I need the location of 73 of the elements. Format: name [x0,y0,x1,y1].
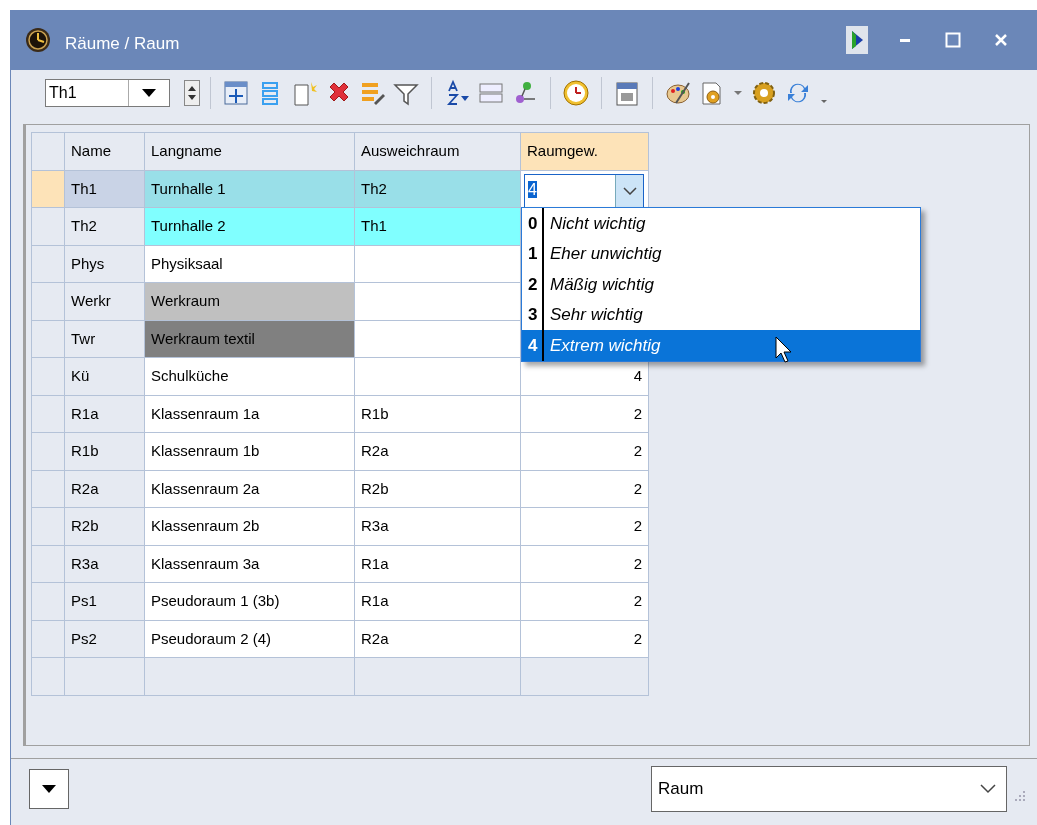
close-icon [994,33,1008,47]
table-cell: Twr [64,320,145,358]
dropdown-option[interactable]: 2 Mäßig wichtig [522,269,920,300]
table-cell: Th1 [64,170,145,208]
overflow-caret-icon [821,100,827,103]
table-cell: Physiksaal [144,245,355,283]
table-cell: Phys [64,245,145,283]
chevron-down-icon[interactable] [980,783,996,794]
table-cell: Ps2 [64,620,145,658]
table-cell: Pseudoraum 1 (3b) [144,582,355,620]
table-cell: Werkraum [144,282,355,320]
dropdown-option[interactable]: 1 Eher unwichtig [522,238,920,269]
clock-button[interactable] [561,77,591,109]
room-selector[interactable]: Th1 [45,79,170,107]
dropdown-field[interactable]: 4 [524,173,644,207]
table-cell: R2a [64,470,145,508]
table-cell: R2b [64,507,145,545]
maximize-icon [945,32,961,48]
column-header[interactable]: Ausweichraum [354,132,521,170]
resize-grip-icon[interactable] [1013,788,1027,803]
table-cell: Werkr [64,282,145,320]
table-cell: R1a [354,582,521,620]
window-title: Räume / Raum [65,33,180,56]
table-cell: Turnhalle 2 [144,207,355,245]
table-cell: Kü [64,357,145,395]
column-header[interactable]: Langname [144,132,355,170]
dropdown-option[interactable]: 4 Extrem wichtig [522,330,920,361]
play-icon [846,26,868,54]
table-cell: Schulküche [144,357,355,395]
caret-icon [42,784,56,793]
table-cell: Th2 [64,207,145,245]
minimize-icon [900,38,910,42]
table-cell: R1b [64,432,145,470]
calendar-icon [613,79,641,107]
column-header[interactable]: Raumgew. [520,132,649,170]
table-cell: 2 [520,582,649,620]
table-cell: R1a [64,395,145,433]
table-cell: 2 [520,470,649,508]
table-cell: R3a [64,545,145,583]
table-cell: R2a [354,620,521,658]
table-cell: Werkraum textil [144,320,355,358]
dropdown-button[interactable] [29,768,69,809]
table-cell: 2 [520,432,649,470]
table-cell: R1a [354,545,521,583]
table-cell: Klassenraum 2b [144,507,355,545]
window-move-icon [222,79,250,107]
clock-icon [562,79,590,107]
table-cell: R1b [354,395,521,433]
caret-icon [142,89,156,97]
table-cell: Klassenraum 2a [144,470,355,508]
table-cell: Pseudoraum 2 (4) [144,620,355,658]
column-header[interactable]: Name [64,132,145,170]
chevron-down-icon [622,186,637,195]
table-cell: Klassenraum 3a [144,545,355,583]
table-cell: 2 [520,395,649,433]
table-cell: R3a [354,507,521,545]
dropdown-option[interactable]: 0 Nicht wichtig [522,208,920,239]
table-cell: Ps1 [64,582,145,620]
spinner-button[interactable] [184,80,200,106]
table-cell: R2b [354,470,521,508]
table-cell: Th2 [354,170,521,208]
table-cell: Klassenraum 1a [144,395,355,433]
table-cell: Klassenraum 1b [144,432,355,470]
table-cell: R2a [354,432,521,470]
clock-icon [25,27,51,53]
table-cell: Th1 [354,207,521,245]
table-cell: 2 [520,620,649,658]
table-cell: Turnhalle 1 [144,170,355,208]
gear-icon [750,79,778,107]
caret-icon [734,91,742,95]
table-cell: 2 [520,507,649,545]
table-cell: 2 [520,545,649,583]
view-select[interactable]: Raum [651,765,1007,812]
